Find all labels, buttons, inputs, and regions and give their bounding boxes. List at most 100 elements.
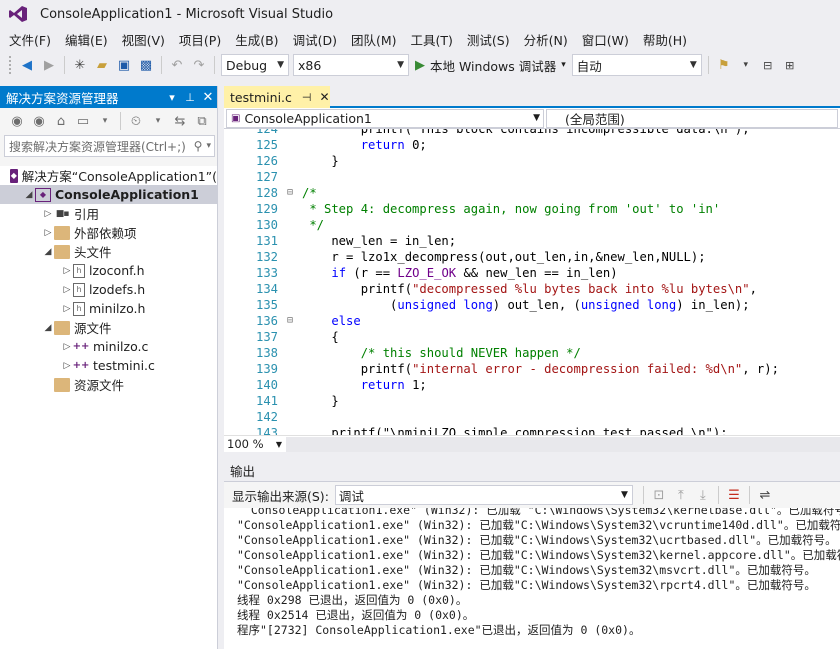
expand-icon[interactable]: ▷: [42, 209, 54, 219]
code-token: && new_len == in_len): [456, 266, 618, 280]
expand-icon[interactable]: ▷: [61, 361, 73, 371]
collapse-region-icon[interactable]: ⊟: [278, 313, 302, 329]
platform-dropdown[interactable]: x86 ▼: [293, 54, 409, 76]
code-line: 131 new_len = in_len;: [240, 233, 840, 249]
pin-icon[interactable]: ⊣: [302, 91, 312, 104]
tree-item[interactable]: ◆ 解决方案“ConsoleApplication1”(: [0, 166, 217, 185]
tree-item[interactable]: ▷ ■▪ 引用: [0, 204, 217, 223]
navigate-back-icon[interactable]: ◀: [17, 54, 37, 76]
code-editor[interactable]: 124 printf("This block contains incompre…: [224, 129, 840, 435]
horizontal-scrollbar[interactable]: [286, 436, 840, 452]
tree-item[interactable]: ▷ h minilzo.h: [0, 299, 217, 318]
editor-navigation-bar: ▣ ConsoleApplication1 ▼ (全局范围): [224, 108, 840, 129]
undo-icon[interactable]: ↶: [167, 54, 187, 76]
navigate-forward-icon[interactable]: ▶: [39, 54, 59, 76]
collapse-icon[interactable]: ◢: [42, 247, 54, 257]
code-token: unsigned long: [580, 298, 677, 312]
pin-icon[interactable]: ⊥: [181, 91, 199, 104]
tree-item[interactable]: ▷ 外部依赖项: [0, 223, 217, 242]
collapse-icon[interactable]: ◢: [23, 190, 35, 200]
window-position-icon[interactable]: ▾: [163, 91, 181, 104]
chevron-down-icon: ▼: [689, 60, 697, 70]
uncomment-icon[interactable]: ⊞: [780, 54, 800, 76]
tree-item[interactable]: 资源文件: [0, 375, 217, 394]
toolbar-options-icon[interactable]: ▾: [736, 54, 756, 76]
pending-changes-dropdown-icon[interactable]: ▾: [148, 110, 168, 132]
output-text-area[interactable]: ConsoleApplication1.exe" (Win32): 已加载 "C…: [224, 508, 840, 649]
tab-testmini-c[interactable]: testmini.c ⊣ ✕: [224, 86, 330, 108]
home-icon[interactable]: ⌂: [51, 110, 71, 132]
menu-help[interactable]: 帮助(H): [636, 30, 694, 49]
solution-explorer-search-input[interactable]: 搜索解决方案资源管理器(Ctrl+;) ⚲ ▾: [4, 135, 215, 157]
collapse-region-icon[interactable]: ⊟: [278, 185, 302, 201]
output-source-dropdown[interactable]: 调试 ▼: [334, 485, 633, 505]
redo-icon[interactable]: ↷: [189, 54, 209, 76]
tree-item[interactable]: ▷ ++ testmini.c: [0, 356, 217, 375]
zoom-dropdown[interactable]: 100 % ▼: [224, 437, 284, 452]
sync-icon[interactable]: ⇆: [170, 110, 190, 132]
output-header: 输出: [224, 460, 840, 482]
switch-views-icon[interactable]: ▭: [73, 110, 93, 132]
menu-team[interactable]: 团队(M): [344, 30, 404, 49]
line-number: 136: [255, 314, 278, 328]
search-options-icon[interactable]: ▾: [206, 141, 211, 151]
search-icon[interactable]: ⚲: [194, 139, 203, 153]
word-wrap-icon[interactable]: ⇌: [755, 484, 775, 506]
tree-item[interactable]: ◢ 源文件: [0, 318, 217, 337]
expand-icon[interactable]: ▷: [61, 304, 73, 314]
comment-icon[interactable]: ⊟: [758, 54, 778, 76]
menu-file[interactable]: 文件(F): [2, 30, 58, 49]
tree-item[interactable]: ◢ ◆ ConsoleApplication1: [0, 185, 217, 204]
menu-view[interactable]: 视图(V): [115, 30, 172, 49]
chevron-down-icon[interactable]: ▾: [561, 60, 566, 70]
scope-dropdown[interactable]: (全局范围): [546, 108, 838, 128]
switch-views-dropdown-icon[interactable]: ▾: [95, 110, 115, 132]
start-debugging-button[interactable]: ▶ 本地 Windows 调试器 ▾: [411, 54, 570, 76]
find-icon[interactable]: ⚑: [714, 54, 734, 76]
configuration-dropdown[interactable]: Debug ▼: [221, 54, 289, 76]
tree-item[interactable]: ▷ ++ minilzo.c: [0, 337, 217, 356]
output-line: "ConsoleApplication1.exe" (Win32): 已加载"C…: [237, 563, 816, 577]
expand-icon[interactable]: ▷: [42, 228, 54, 238]
output-line: "ConsoleApplication1.exe" (Win32): 已加载"C…: [237, 518, 840, 532]
collapse-icon[interactable]: ◢: [42, 323, 54, 333]
next-message-icon[interactable]: ⤓: [693, 484, 713, 506]
menu-tools[interactable]: 工具(T): [404, 30, 460, 49]
expand-icon[interactable]: ▷: [61, 266, 73, 276]
expand-icon[interactable]: ▷: [61, 285, 73, 295]
close-icon[interactable]: ✕: [199, 90, 217, 105]
clear-all-icon[interactable]: ☰: [724, 484, 744, 506]
open-file-icon[interactable]: ▰: [92, 54, 112, 76]
menu-edit[interactable]: 编辑(E): [58, 30, 115, 49]
tree-item[interactable]: ▷ h lzoconf.h: [0, 261, 217, 280]
code-line: 127: [240, 169, 840, 185]
menu-project[interactable]: 项目(P): [172, 30, 228, 49]
menu-build[interactable]: 生成(B): [228, 30, 285, 49]
collapse-all-icon[interactable]: ⧉: [192, 110, 212, 132]
toolbar-grip[interactable]: [8, 55, 12, 75]
project-dropdown[interactable]: ▣ ConsoleApplication1 ▼: [226, 108, 544, 128]
menu-test[interactable]: 测试(S): [460, 30, 517, 49]
folder-icon: [54, 377, 70, 392]
forward-icon[interactable]: ◉: [29, 110, 49, 132]
tree-item[interactable]: ◢ 头文件: [0, 242, 217, 261]
back-icon[interactable]: ◉: [7, 110, 27, 132]
menu-window[interactable]: 窗口(W): [575, 30, 636, 49]
save-icon[interactable]: ▣: [114, 54, 134, 76]
line-number: 137: [255, 330, 278, 344]
menu-analyze[interactable]: 分析(N): [517, 30, 575, 49]
save-all-icon[interactable]: ▩: [136, 54, 156, 76]
pending-changes-icon[interactable]: ⏲: [126, 110, 146, 132]
menu-debug[interactable]: 调试(D): [286, 30, 344, 49]
close-icon[interactable]: ✕: [320, 90, 330, 104]
find-message-icon[interactable]: ⊡: [649, 484, 669, 506]
auto-dropdown[interactable]: 自动 ▼: [571, 54, 702, 76]
expand-icon[interactable]: ▷: [61, 342, 73, 352]
code-token: , r);: [742, 362, 779, 376]
new-project-icon[interactable]: ✳: [70, 54, 90, 76]
previous-message-icon[interactable]: ⤒: [671, 484, 691, 506]
tree-item[interactable]: ▷ h lzodefs.h: [0, 280, 217, 299]
